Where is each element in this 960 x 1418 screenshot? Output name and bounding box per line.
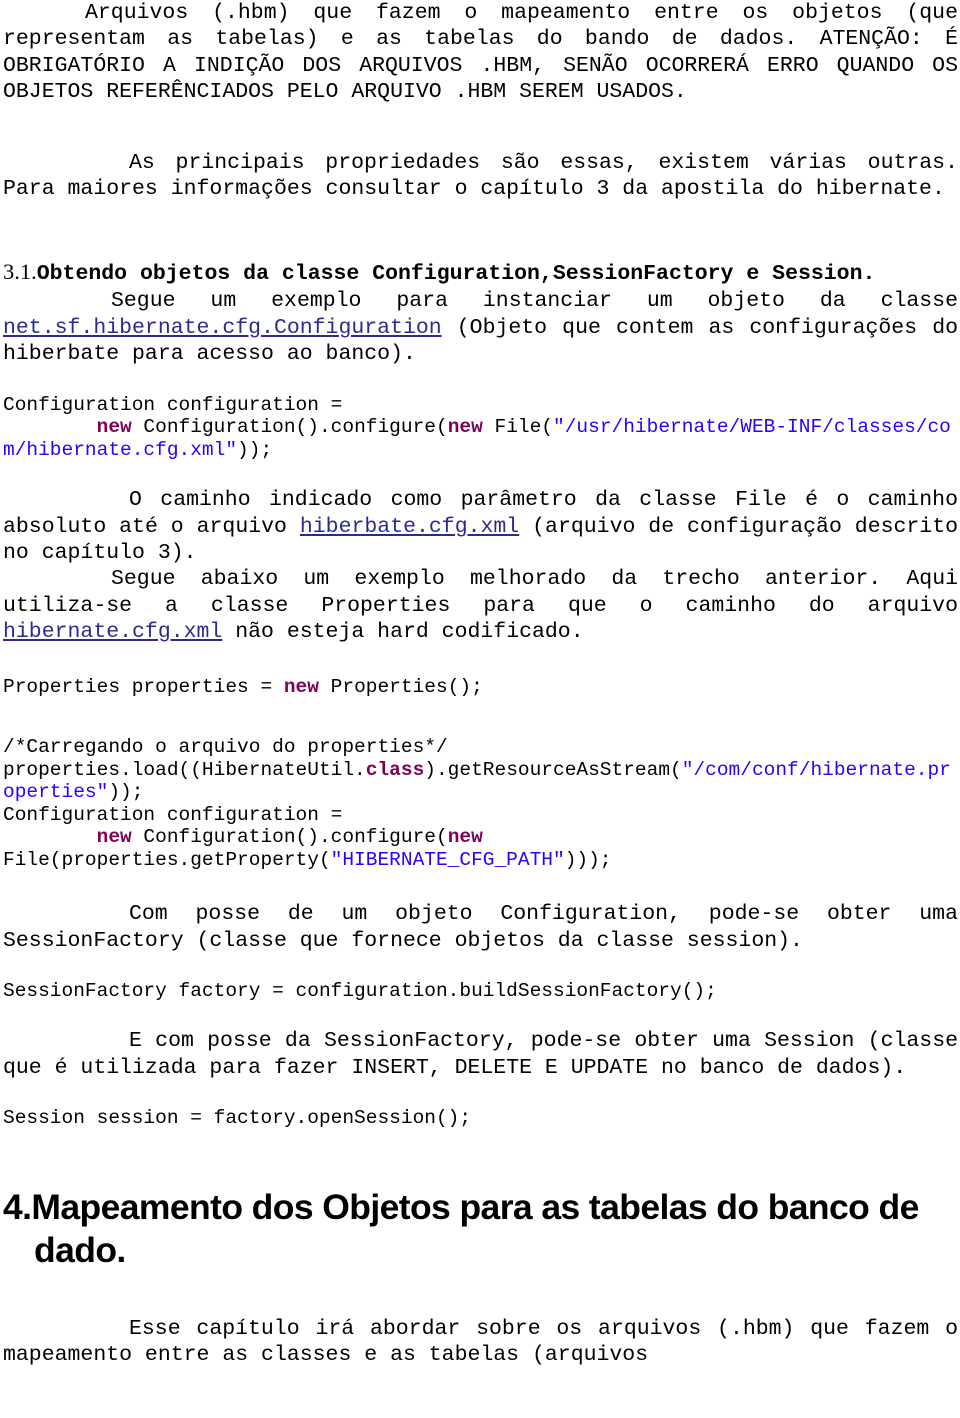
code-text: Properties properties =: [3, 675, 284, 698]
code-keyword: new: [447, 826, 483, 849]
heading-4-number: 4.: [3, 1186, 32, 1227]
code-block-3: /*Carregando o arquivo do properties*/ p…: [0, 736, 960, 871]
code-text: Configuration().configure(: [131, 416, 448, 439]
heading-3-1-number: 3.1.: [3, 259, 37, 285]
code-text: Configuration().configure(: [131, 826, 448, 849]
code-text: File(: [482, 416, 554, 439]
paragraph-e-com-posse: E com posse da SessionFactory, pode-se o…: [3, 1029, 958, 1080]
code-text: Session session = factory.openSession();: [3, 1107, 472, 1130]
document-page: Arquivos (.hbm) que fazem o mapeamento e…: [0, 0, 960, 1418]
paragraph-melhorado-before: Segue abaixo um exemplo melhorado da tre…: [3, 567, 958, 618]
code-text: SessionFactory factory = configuration.b…: [3, 979, 717, 1002]
heading-4: 4.Mapeamento dos Objetos para as tabelas…: [0, 1186, 960, 1272]
code-block-5: Session session = factory.openSession();: [0, 1107, 960, 1130]
heading-3-1-title: Obtendo objetos da classe Configuration,…: [36, 262, 876, 287]
code-block-2: Properties properties = new Properties()…: [0, 676, 960, 699]
paragraph-caminho-parametro: O caminho indicado como parâmetro da cla…: [0, 487, 960, 566]
code-keyword: new: [96, 826, 132, 849]
paragraph-segue-melhorado: Segue abaixo um exemplo melhorado da tre…: [0, 566, 960, 645]
code-block-1: Configuration configuration = new Config…: [0, 394, 960, 462]
code-text: Properties();: [318, 675, 483, 698]
paragraph-com-posse: Com posse de um objeto Configuration, po…: [3, 902, 958, 953]
code-keyword: class: [365, 758, 425, 781]
code-text: )));: [564, 848, 612, 871]
code-text: ).getResourceAsStream(: [424, 758, 682, 781]
paragraph-intro-continuation: Arquivos (.hbm) que fazem o mapeamento e…: [3, 1, 958, 105]
paragraph-principais-propriedades: As principais propriedades são essas, ex…: [3, 150, 958, 202]
code-keyword: new: [96, 416, 132, 439]
paragraph-segue-exemplo: Segue um exemplo para instanciar um obje…: [0, 288, 960, 367]
code-keyword: new: [447, 416, 483, 439]
link-hiberbate-cfg-xml[interactable]: hiberbate.cfg.xml: [300, 515, 519, 539]
paragraph-esse-capitulo: Esse capítulo irá abordar sobre os arqui…: [3, 1316, 958, 1368]
paragraph-segue-exemplo-before: Segue um exemplo para instanciar um obje…: [111, 289, 958, 314]
code-string: "HIBERNATE_CFG_PATH": [330, 848, 565, 871]
link-hibernate-cfg-xml[interactable]: hibernate.cfg.xml: [3, 620, 222, 644]
heading-4-title: Mapeamento dos Objetos para as tabelas d…: [31, 1186, 919, 1270]
heading-3-1: 3.1.Obtendo objetos da classe Configurat…: [0, 258, 960, 288]
code-keyword: new: [283, 675, 319, 698]
code-text: ));: [237, 438, 273, 461]
paragraph-melhorado-after: não esteja hard codificado.: [222, 620, 584, 645]
code-block-4: SessionFactory factory = configuration.b…: [0, 980, 960, 1003]
code-text: File(properties.getProperty(: [3, 848, 331, 871]
link-configuration-class[interactable]: net.sf.hibernate.cfg.Configuration: [3, 316, 442, 340]
